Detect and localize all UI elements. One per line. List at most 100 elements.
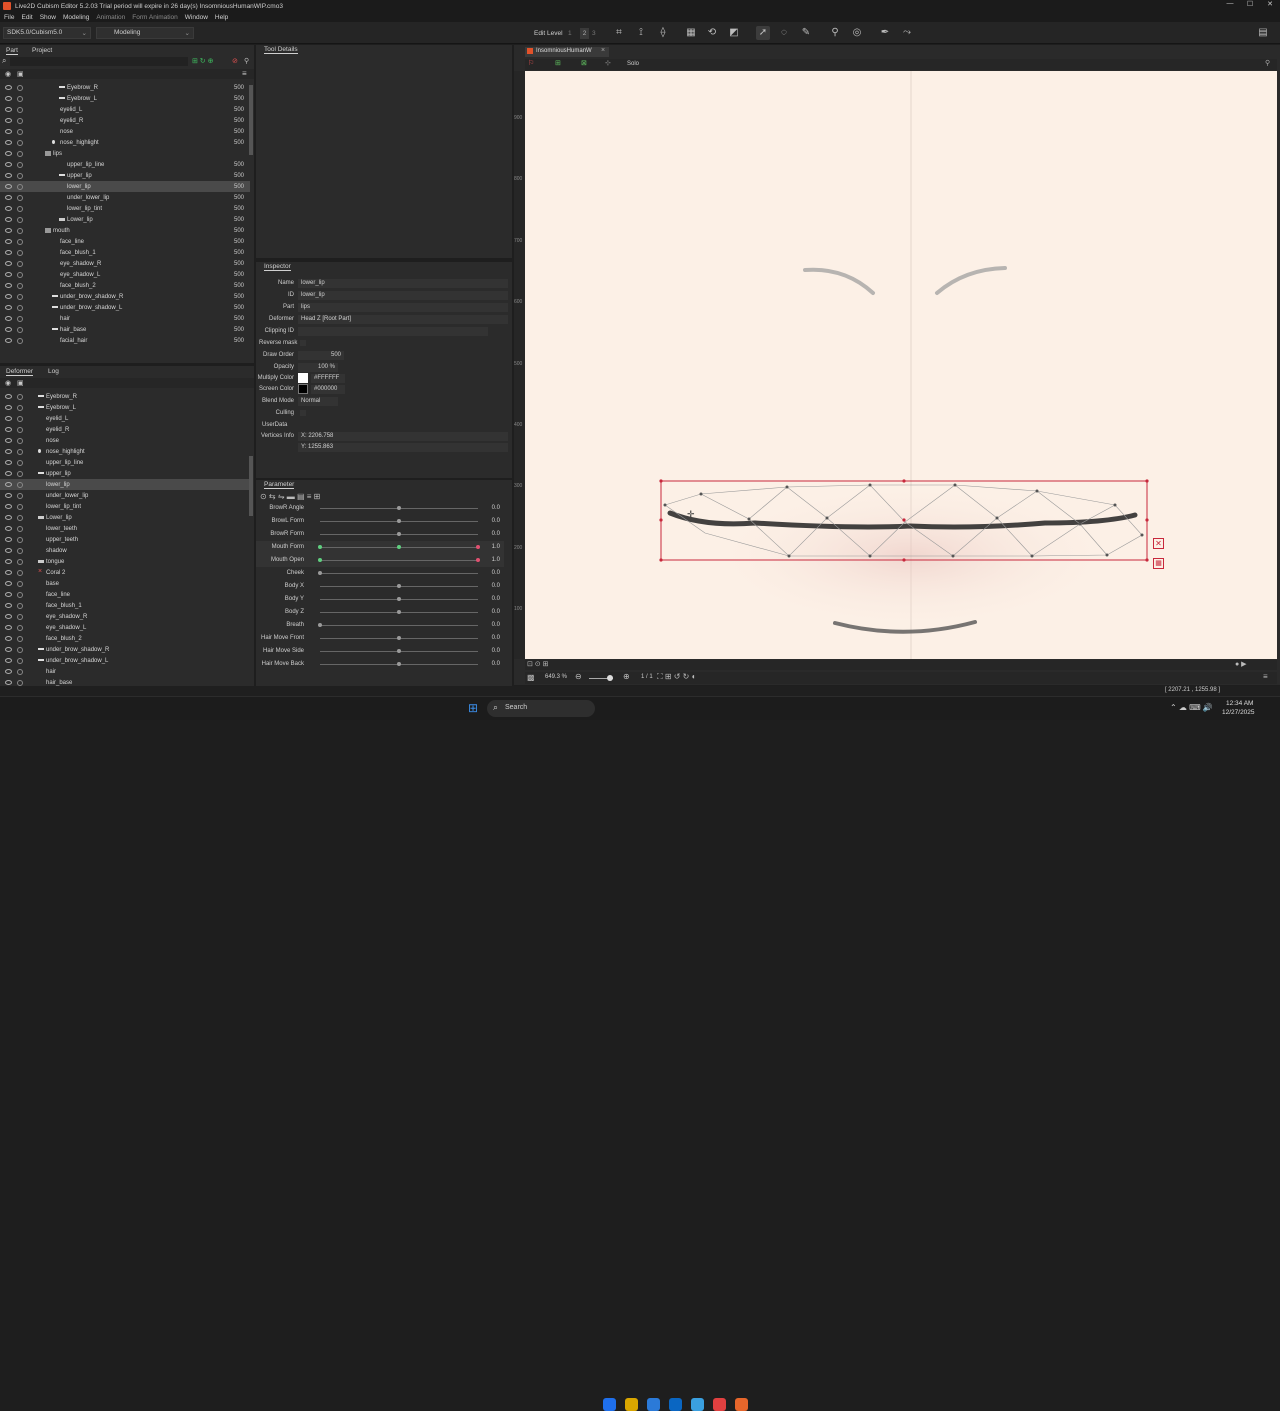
tree-row[interactable]: upper_lip 500 (0, 170, 250, 181)
deformer-scrollbar[interactable] (249, 456, 253, 516)
lock-icon[interactable] (17, 525, 23, 532)
parameter-row[interactable]: Body Z 0.0 (256, 606, 504, 619)
taskbar-app-icon[interactable] (625, 1398, 638, 1411)
lock-icon[interactable] (17, 172, 23, 179)
delete-icon[interactable]: ⊘ (232, 57, 238, 65)
lock-icon[interactable] (17, 437, 23, 444)
tree-row[interactable]: hair (0, 666, 250, 677)
parameter-value[interactable]: 0.0 (492, 661, 500, 667)
parameter-slider-knob[interactable] (397, 532, 401, 536)
parameter-value[interactable]: 0.0 (492, 596, 500, 602)
lock-icon[interactable] (17, 117, 23, 124)
eye-icon[interactable] (5, 316, 12, 321)
menu-form-animation[interactable]: Form Animation (132, 14, 178, 21)
taskbar-app-icon[interactable] (603, 1398, 616, 1411)
canvas-area[interactable]: ✛ ✕ ▦ (525, 71, 1277, 659)
parameter-row[interactable]: Hair Move Back 0.0 (256, 658, 504, 671)
tree-row[interactable]: upper_teeth (0, 534, 250, 545)
tree-row[interactable]: base (0, 578, 250, 589)
eye-icon[interactable] (5, 559, 12, 564)
lock-icon[interactable] (17, 635, 23, 642)
sdk-select[interactable]: SDK5.0/Cubism5.0 ⌄ (3, 27, 91, 39)
eye-icon[interactable] (5, 85, 12, 90)
part-search-input[interactable] (10, 57, 188, 66)
lock-icon[interactable] (17, 393, 23, 400)
tree-row[interactable]: nose (0, 435, 250, 446)
pin-icon[interactable]: ⚲ (244, 57, 249, 65)
menu-edit[interactable]: Edit (21, 14, 32, 21)
eye-icon[interactable] (5, 669, 12, 674)
taskbar-app-icon[interactable] (735, 1398, 748, 1411)
edit-level-2[interactable]: 2 (580, 28, 589, 39)
eye-icon[interactable] (5, 449, 12, 454)
tree-row[interactable]: face_blush_2 (0, 633, 250, 644)
parameter-value[interactable]: 0.0 (492, 622, 500, 628)
pin-tool-icon[interactable]: ⚲ (828, 26, 842, 40)
clipping-field[interactable] (298, 327, 488, 336)
lock-icon[interactable] (17, 238, 23, 245)
eye-icon[interactable] (5, 647, 12, 652)
tree-row[interactable]: lips (0, 148, 250, 159)
tree-row[interactable]: Eyebrow_R (0, 391, 250, 402)
clock-date[interactable]: 12/27/2025 (1222, 709, 1255, 716)
view-tool-icon[interactable]: ⚐ (528, 59, 534, 67)
lock-icon[interactable] (17, 514, 23, 521)
lock-icon[interactable] (17, 657, 23, 664)
eye-icon[interactable] (5, 438, 12, 443)
glue-tool-icon[interactable]: ⟠ (656, 26, 670, 40)
lock-icon[interactable] (17, 448, 23, 455)
close-tab-icon[interactable]: × (601, 47, 605, 54)
eye-icon[interactable] (5, 570, 12, 575)
tree-row[interactable]: nose_highlight (0, 446, 250, 457)
parameter-slider-track[interactable] (320, 573, 478, 574)
eye-icon[interactable] (5, 173, 12, 178)
eye-icon[interactable] (5, 283, 12, 288)
menu-animation[interactable]: Animation (96, 14, 125, 21)
lock-icon[interactable] (17, 503, 23, 510)
lock-icon[interactable] (17, 580, 23, 587)
parameter-toolbar-icons[interactable]: ⊙ ⇆ ⇋ ▬ ▤ ≡ ⊞ (260, 492, 320, 501)
eye-icon[interactable] (5, 129, 12, 134)
eye-icon[interactable] (5, 636, 12, 641)
lock-icon[interactable] (17, 282, 23, 289)
view-frame-icon[interactable]: ⊠ (581, 59, 587, 67)
maximize-button[interactable]: ☐ (1240, 0, 1260, 8)
parameter-value[interactable]: 0.0 (492, 648, 500, 654)
eye-icon[interactable] (5, 261, 12, 266)
tree-row[interactable]: face_blush_2 500 (0, 280, 250, 291)
tree-row[interactable]: eye_shadow_R (0, 611, 250, 622)
parameter-value[interactable]: 0.0 (492, 609, 500, 615)
eye-icon[interactable] (5, 217, 12, 222)
lock-icon[interactable] (17, 679, 23, 686)
tree-row[interactable]: hair_base 500 (0, 324, 250, 335)
lock-icon[interactable] (17, 613, 23, 620)
eye-icon[interactable] (5, 96, 12, 101)
reverse-mask-checkbox[interactable] (300, 340, 306, 346)
lock-icon[interactable] (17, 95, 23, 102)
parameter-value[interactable]: 0.0 (492, 570, 500, 576)
eye-icon[interactable] (5, 658, 12, 663)
lock-icon[interactable] (17, 415, 23, 422)
lock-icon[interactable] (17, 492, 23, 499)
multiply-swatch[interactable] (298, 373, 308, 383)
screen-swatch[interactable] (298, 384, 308, 394)
lock-icon[interactable] (17, 536, 23, 543)
tree-row[interactable]: under_lower_lip 500 (0, 192, 250, 203)
eye-icon[interactable] (5, 537, 12, 542)
list-icon[interactable]: ≡ (1263, 672, 1268, 681)
lock-icon[interactable] (17, 161, 23, 168)
tree-row[interactable]: eyelid_R 500 (0, 115, 250, 126)
tree-row[interactable]: Eyebrow_R 500 (0, 82, 250, 93)
menu-window[interactable]: Window (185, 14, 208, 21)
rotation-tool-icon[interactable]: ⟲ (705, 26, 719, 40)
parameter-slider-knob[interactable] (476, 558, 480, 562)
eye-icon[interactable] (5, 294, 12, 299)
parameter-slider-knob[interactable] (397, 584, 401, 588)
eye-icon[interactable] (5, 493, 12, 498)
parameter-value[interactable]: 0.0 (492, 583, 500, 589)
eye-icon[interactable] (5, 107, 12, 112)
lock-icon[interactable] (17, 602, 23, 609)
tab-part[interactable]: Part (6, 47, 18, 55)
parameter-value[interactable]: 0.0 (492, 635, 500, 641)
tree-row[interactable]: eyelid_L 500 (0, 104, 250, 115)
